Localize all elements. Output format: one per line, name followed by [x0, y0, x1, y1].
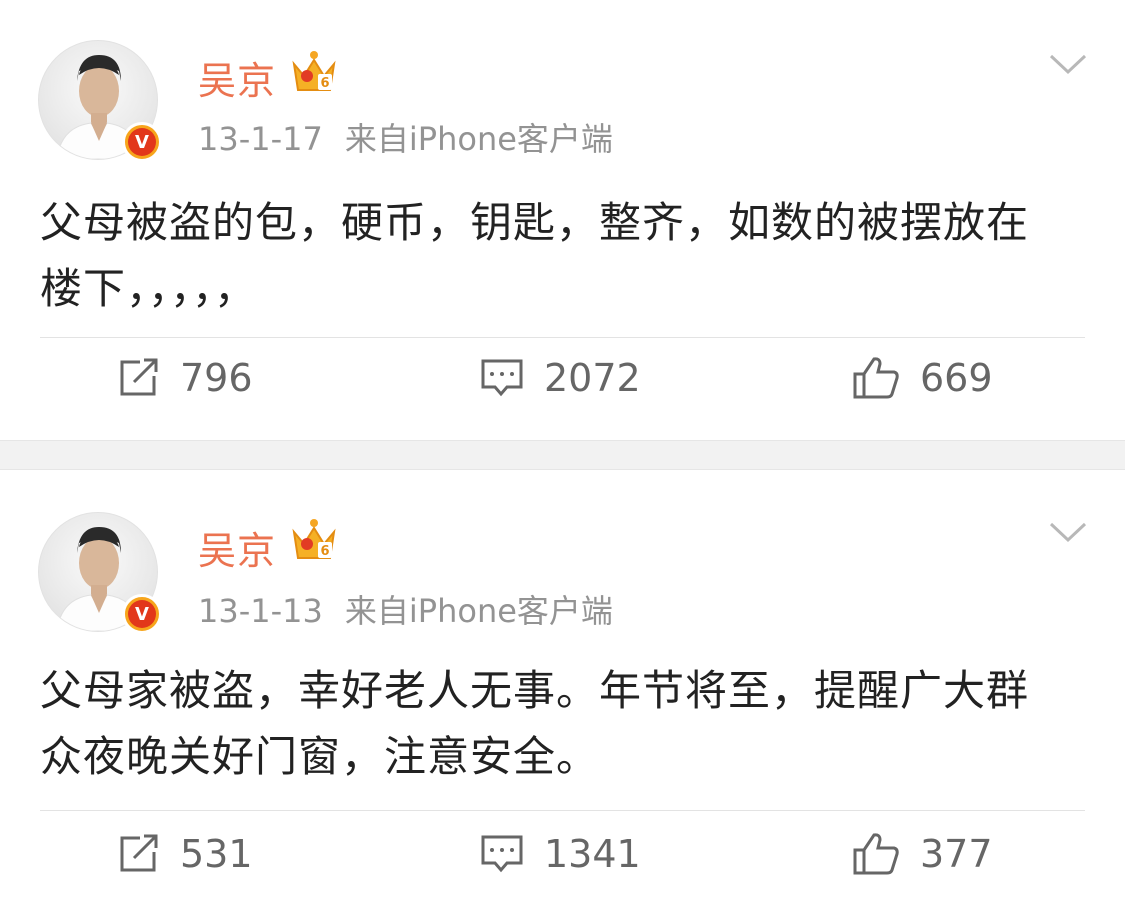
comment-count: 1341: [544, 832, 641, 876]
repost-icon: [120, 834, 158, 872]
like-icon: [853, 357, 899, 399]
post-text-line: 父母家被盗，幸好老人无事。年节将至，提醒广大群: [40, 666, 1030, 715]
post-source[interactable]: 来自iPhone客户端: [345, 592, 613, 630]
avatar[interactable]: V: [38, 40, 162, 162]
post-text-line: 楼下，，，，，: [40, 264, 258, 313]
post-meta: 13-1-17 来自iPhone客户端: [198, 114, 613, 160]
author-name[interactable]: 吴京: [198, 520, 276, 575]
member-level: 6: [320, 76, 329, 91]
post-date: 13-1-13: [198, 592, 323, 630]
action-bar: 796 2072 669: [0, 356, 1125, 420]
like-count: 377: [920, 832, 993, 876]
feed-separator: [0, 440, 1125, 470]
like-count: 669: [920, 356, 993, 400]
post-meta: 13-1-13 来自iPhone客户端: [198, 586, 613, 632]
post-text[interactable]: 父母家被盗，幸好老人无事。年节将至，提醒广大群 众夜晚关好门窗，注意安全。: [40, 658, 1085, 790]
weibo-post: V 吴京 6 13-1-13 来自iPhone客户端 父母家被盗，幸好老人无事。年…: [0, 470, 1125, 910]
avatar[interactable]: V: [38, 512, 162, 634]
crown-icon: 6: [292, 51, 336, 91]
post-text-line: 父母被盗的包，硬币，钥匙，整齐，如数的被摆放在: [40, 198, 1030, 247]
comment-icon: [481, 359, 523, 397]
post-date: 13-1-17: [198, 120, 323, 158]
comment-icon: [481, 835, 523, 873]
like-icon: [853, 833, 899, 875]
repost-count: 796: [180, 356, 253, 400]
repost-button[interactable]: 531: [118, 832, 253, 876]
weibo-post: V 吴京 6 13-1-17 来自iPhone客户端 父母被盗的包，硬币，钥匙，整…: [0, 0, 1125, 440]
member-level: 6: [320, 544, 329, 559]
comment-count: 2072: [544, 356, 641, 400]
author-name[interactable]: 吴京: [198, 50, 276, 105]
verified-badge: V: [122, 122, 162, 162]
like-button[interactable]: 377: [852, 832, 993, 876]
repost-count: 531: [180, 832, 253, 876]
comment-button[interactable]: 1341: [480, 832, 641, 876]
chevron-down-icon[interactable]: [1049, 520, 1087, 546]
repost-icon: [120, 358, 158, 396]
comment-button[interactable]: 2072: [480, 356, 641, 400]
repost-button[interactable]: 796: [118, 356, 253, 400]
divider: [40, 810, 1085, 811]
chevron-down-icon[interactable]: [1049, 52, 1087, 78]
action-bar: 531 1341 377: [0, 832, 1125, 896]
divider: [40, 337, 1085, 338]
verified-badge: V: [122, 594, 162, 634]
like-button[interactable]: 669: [852, 356, 993, 400]
post-source[interactable]: 来自iPhone客户端: [345, 120, 613, 158]
crown-icon: 6: [292, 519, 336, 559]
post-text-line: 众夜晚关好门窗，注意安全。: [40, 732, 600, 781]
post-text[interactable]: 父母被盗的包，硬币，钥匙，整齐，如数的被摆放在 楼下，，，，，: [40, 190, 1085, 322]
